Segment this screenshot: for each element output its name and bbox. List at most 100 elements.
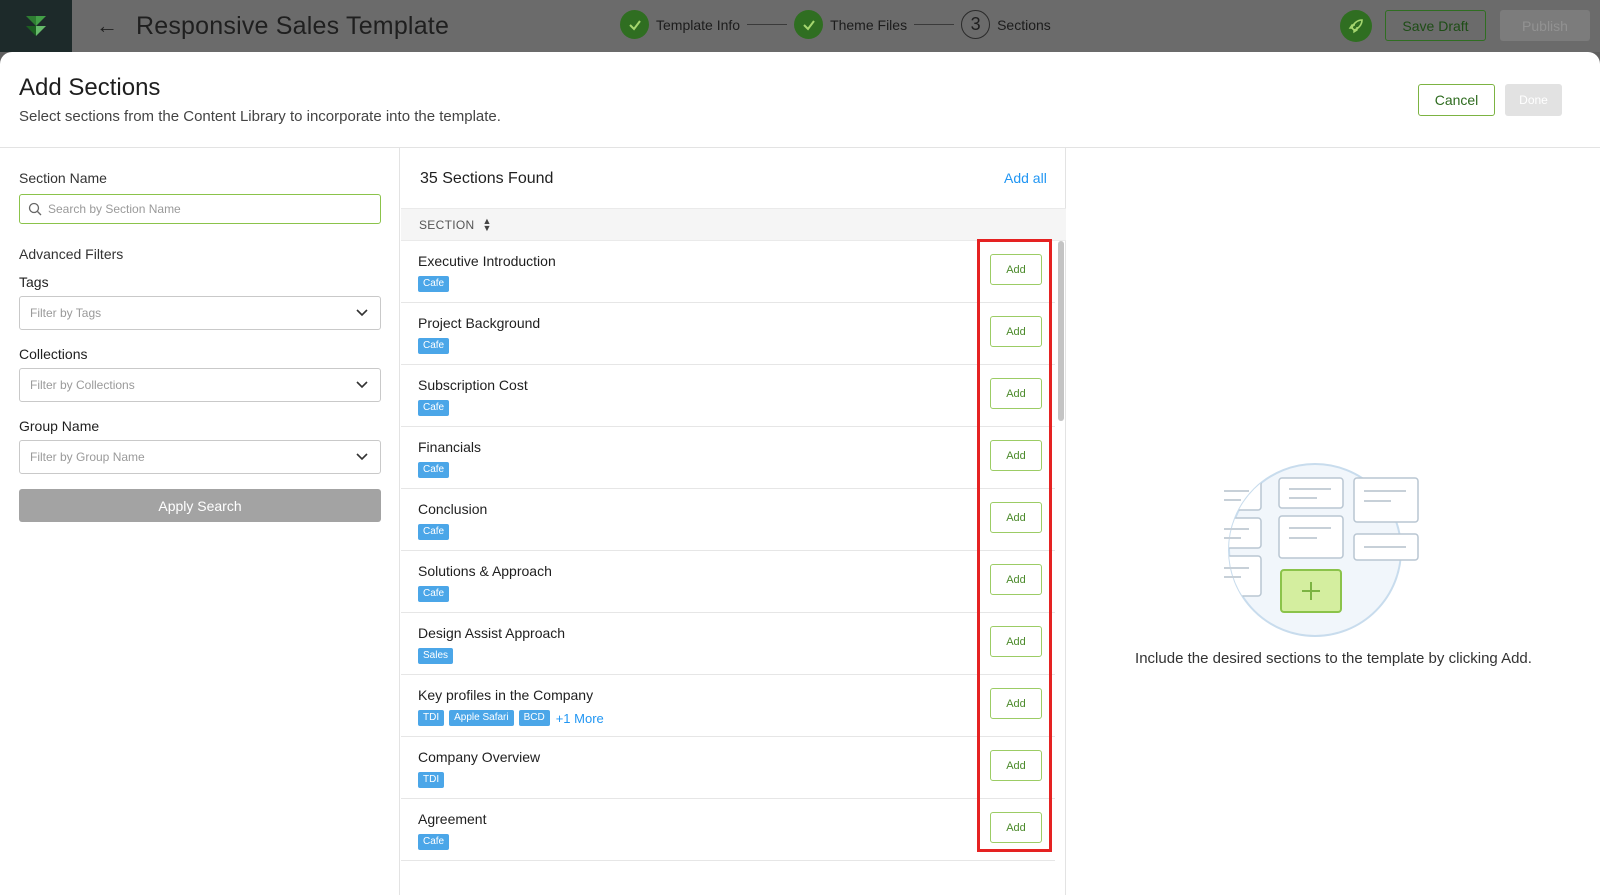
section-title: Executive Introduction <box>418 253 556 269</box>
sort-icon[interactable]: ▲ ▼ <box>482 216 491 232</box>
add-section-button[interactable]: Add <box>990 502 1042 533</box>
collections-label: Collections <box>19 346 88 362</box>
tag-badge: Cafe <box>418 462 450 478</box>
tag-list: Cafe <box>418 400 454 416</box>
group-name-label: Group Name <box>19 418 100 434</box>
tag-badge: Apple Safari <box>449 710 514 726</box>
section-title: Design Assist Approach <box>418 625 566 641</box>
tags-select[interactable]: Filter by Tags <box>19 296 381 330</box>
tag-list: Cafe <box>418 338 454 354</box>
add-section-button[interactable]: Add <box>990 440 1042 471</box>
table-row: Company Overview TDI Add <box>401 737 1055 799</box>
section-title: Conclusion <box>418 501 488 517</box>
tag-badge: Cafe <box>418 338 450 354</box>
search-input[interactable] <box>48 202 368 216</box>
group-placeholder: Filter by Group Name <box>30 450 145 464</box>
empty-state-illustration <box>1224 463 1419 637</box>
tag-badge: TDI <box>418 710 445 726</box>
publish-button[interactable]: Publish <box>1500 10 1590 41</box>
collections-select[interactable]: Filter by Collections <box>19 368 381 402</box>
list-scrollbar[interactable] <box>1058 241 1064 421</box>
add-section-button[interactable]: Add <box>990 378 1042 409</box>
check-icon <box>794 10 824 39</box>
add-section-button[interactable]: Add <box>990 564 1042 595</box>
section-title: Financials <box>418 439 482 455</box>
group-name-select[interactable]: Filter by Group Name <box>19 440 381 474</box>
advanced-filters-label: Advanced Filters <box>19 246 124 262</box>
add-section-button[interactable]: Add <box>990 626 1042 657</box>
step-connector <box>747 23 788 26</box>
tags-label: Tags <box>19 274 49 290</box>
empty-state-text: Include the desired sections to the temp… <box>1135 650 1532 667</box>
tag-list: TDI <box>418 772 449 788</box>
table-row: Financials Cafe Add <box>401 427 1055 489</box>
tag-badge: Cafe <box>418 586 450 602</box>
tag-list: Cafe <box>418 524 454 540</box>
add-section-button[interactable]: Add <box>990 254 1042 285</box>
tag-list: Cafe <box>418 276 454 292</box>
add-section-button[interactable]: Add <box>990 316 1042 347</box>
add-section-button[interactable]: Add <box>990 812 1042 843</box>
tag-list: Sales <box>418 648 458 664</box>
add-section-button[interactable]: Add <box>990 750 1042 781</box>
back-arrow-icon[interactable]: ← <box>96 13 118 39</box>
modal-subtitle: Select sections from the Content Library… <box>19 108 501 125</box>
step-label: Template Info <box>656 16 741 33</box>
chevron-down-icon <box>356 309 368 317</box>
table-row: Subscription Cost Cafe Add <box>401 365 1055 427</box>
sections-count: 35 Sections Found <box>420 170 554 187</box>
tag-list: Cafe <box>418 586 454 602</box>
template-title: Responsive Sales Template <box>136 11 450 40</box>
section-title: Solutions & Approach <box>418 563 552 579</box>
step-template-info[interactable]: Template Info <box>620 10 740 39</box>
table-row: Solutions & Approach Cafe Add <box>401 551 1055 613</box>
section-name-label: Section Name <box>19 170 107 186</box>
column-label: SECTION <box>419 217 475 232</box>
step-label: Sections <box>997 16 1051 33</box>
section-title: Subscription Cost <box>418 377 528 393</box>
table-row: Executive Introduction Cafe Add <box>401 241 1055 303</box>
tags-placeholder: Filter by Tags <box>30 306 102 320</box>
section-list-panel: 35 Sections Found Add all SECTION ▲ ▼ Exe… <box>401 148 1066 895</box>
check-icon <box>620 10 649 39</box>
search-field[interactable] <box>19 194 381 224</box>
modal-header: Add Sections Select sections from the Co… <box>0 52 1600 148</box>
more-tags-link[interactable]: +1 More <box>556 711 604 726</box>
section-title: Key profiles in the Company <box>418 687 594 703</box>
section-title: Agreement <box>418 811 487 827</box>
tag-badge: BCD <box>518 710 550 726</box>
launch-button[interactable] <box>1340 10 1372 42</box>
step-label: Theme Files <box>830 16 908 33</box>
step-number: 3 <box>961 10 991 39</box>
tag-list: TDI Apple Safari BCD +1 More <box>418 710 604 726</box>
add-section-button[interactable]: Add <box>990 688 1042 719</box>
stepper: Template Info Theme Files 3 Sections <box>620 10 1051 39</box>
logo-icon <box>26 16 46 36</box>
filter-panel: Section Name Advanced Filters Tags Filte… <box>0 148 400 895</box>
tag-badge: Cafe <box>418 400 450 416</box>
tag-list: Cafe <box>418 834 454 850</box>
apply-search-button[interactable]: Apply Search <box>19 489 381 522</box>
done-button[interactable]: Done <box>1505 84 1562 116</box>
section-rows: Executive Introduction Cafe Add Project Bac… <box>401 241 1055 861</box>
step-sections[interactable]: 3 Sections <box>961 10 1051 39</box>
tag-list: Cafe <box>418 462 454 478</box>
step-connector <box>914 23 955 26</box>
section-column-header[interactable]: SECTION ▲ ▼ <box>401 208 1066 241</box>
app-header: ← Responsive Sales Template Template Inf… <box>0 0 1600 52</box>
table-row: Conclusion Cafe Add <box>401 489 1055 551</box>
section-title: Project Background <box>418 315 541 331</box>
cancel-button[interactable]: Cancel <box>1418 84 1495 116</box>
save-draft-button[interactable]: Save Draft <box>1385 10 1486 41</box>
modal-title: Add Sections <box>19 74 161 101</box>
table-row: Design Assist Approach Sales Add <box>401 613 1055 675</box>
tag-badge: Cafe <box>418 276 450 292</box>
step-theme-files[interactable]: Theme Files <box>794 10 907 39</box>
table-row: Project Background Cafe Add <box>401 303 1055 365</box>
add-all-link[interactable]: Add all <box>1004 170 1047 186</box>
tag-badge: Sales <box>418 648 454 664</box>
table-row: Agreement Cafe Add <box>401 799 1055 861</box>
tag-badge: Cafe <box>418 524 450 540</box>
app-logo[interactable] <box>0 0 72 52</box>
add-sections-modal: Add Sections Select sections from the Co… <box>0 52 1600 895</box>
